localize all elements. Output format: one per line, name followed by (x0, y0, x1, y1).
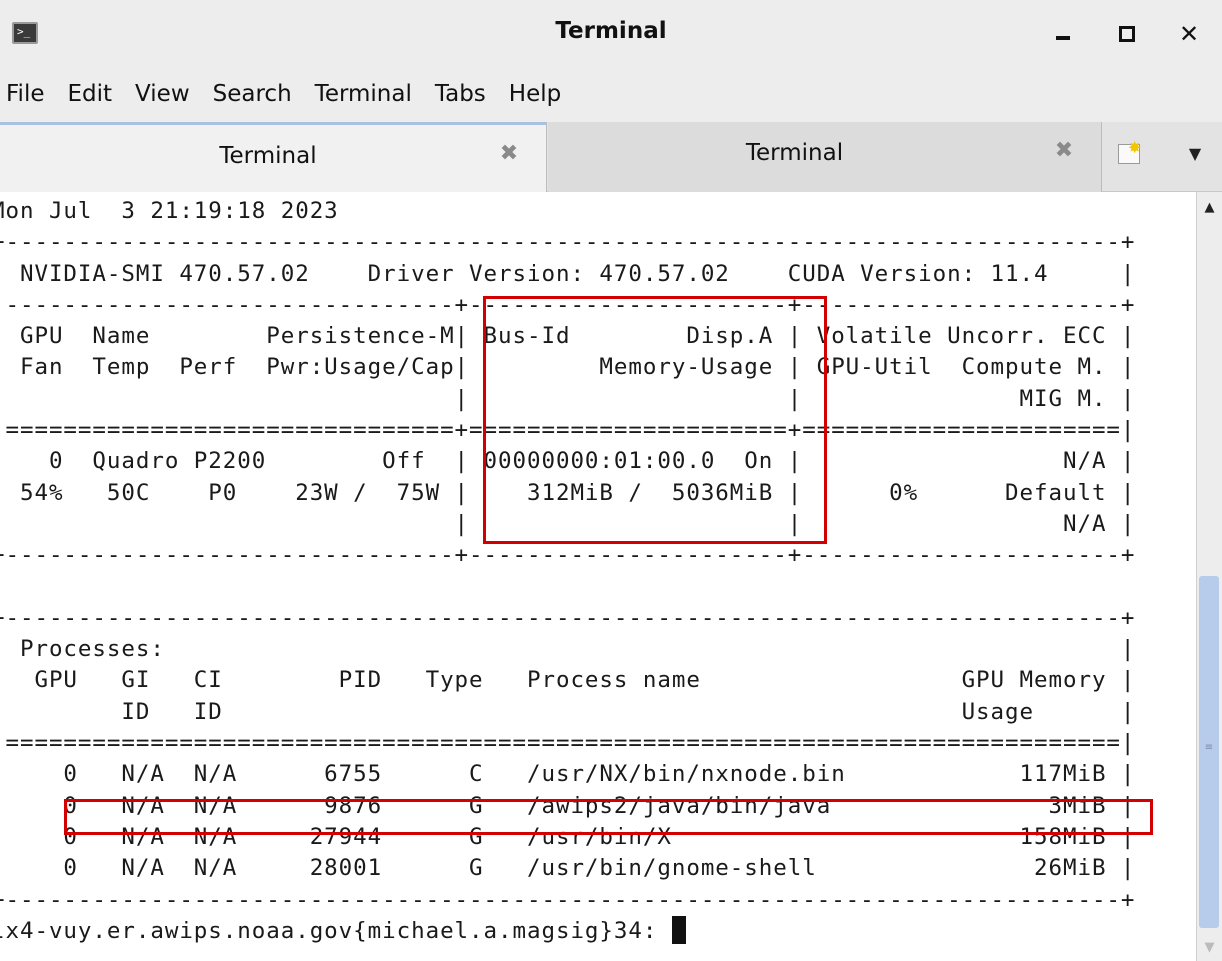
menu-view[interactable]: View (135, 81, 190, 107)
close-icon: ✕ (1178, 20, 1200, 48)
tab-label: Terminal (219, 143, 317, 169)
maximize-button[interactable] (1107, 14, 1147, 54)
menu-tabs[interactable]: Tabs (435, 81, 486, 107)
tab-close-icon[interactable]: ✖ (496, 141, 522, 167)
menu-search[interactable]: Search (213, 81, 292, 107)
minimize-icon (1056, 36, 1070, 40)
tab-list-dropdown[interactable]: ▼ (1180, 144, 1210, 164)
scroll-up-icon[interactable]: ▲ (1197, 200, 1222, 215)
terminal-line: | GPU GI CI PID Type Process name GPU Me… (0, 667, 1136, 694)
terminal-line: +-------------------------------+-------… (0, 542, 1136, 569)
terminal-line: +---------------------------------------… (0, 604, 1136, 631)
terminal-line: | 0 N/A N/A 28001 G /usr/bin/gnome-shell… (0, 855, 1136, 882)
terminal-line: +---------------------------------------… (0, 229, 1136, 256)
terminal-line: | NVIDIA-SMI 470.57.02 Driver Version: 4… (0, 260, 1136, 287)
terminal-output[interactable]: Mon Jul 3 21:19:18 2023 +---------------… (0, 192, 1196, 961)
scrollbar-thumb[interactable]: ≡ (1199, 576, 1219, 928)
menu-terminal[interactable]: Terminal (315, 81, 412, 107)
terminal-line: | 0 N/A N/A 6755 C /usr/NX/bin/nxnode.bi… (0, 761, 1136, 788)
window-title: Terminal (555, 18, 667, 44)
new-tab-star-icon: ✸ (1128, 138, 1142, 157)
menu-edit[interactable]: Edit (68, 81, 113, 107)
tab-label: Terminal (745, 140, 844, 166)
minimize-button[interactable] (1043, 14, 1083, 54)
title-bar: >_ Terminal ✕ (0, 0, 1222, 66)
scroll-grip-icon: ≡ (1204, 742, 1214, 753)
terminal-line: Mon Jul 3 21:19:18 2023 (0, 198, 339, 224)
shell-prompt: lx4-vuy.er.awips.noaa.gov{michael.a.mags… (0, 917, 672, 944)
terminal-line: |=======================================… (0, 730, 1136, 757)
menu-help[interactable]: Help (509, 81, 561, 107)
tab-terminal-2[interactable]: Terminal ✖ (548, 122, 1102, 192)
terminal-line: | Processes: | (0, 636, 1136, 663)
highlight-box-java-process (64, 799, 1153, 835)
tab-bar: Terminal ✖ Terminal ✖ ✸ ▼ (0, 122, 1222, 192)
text-cursor (671, 915, 686, 944)
terminal-line: +---------------------------------------… (0, 886, 1136, 913)
maximize-icon (1119, 26, 1135, 42)
scroll-down-icon[interactable]: ▼ (1197, 940, 1222, 955)
menu-bar: File Edit View Search Terminal Tabs Help (0, 66, 1222, 122)
vertical-scrollbar[interactable]: ▲ ≡ ▼ (1196, 192, 1222, 961)
menu-file[interactable]: File (6, 81, 45, 107)
highlight-box-bus-memory (483, 296, 827, 544)
close-button[interactable]: ✕ (1169, 14, 1209, 54)
terminal-line: | ID ID Usage | (0, 698, 1136, 725)
tab-close-icon[interactable]: ✖ (1051, 138, 1077, 164)
tab-terminal-1[interactable]: Terminal ✖ (0, 122, 547, 192)
new-tab-icon[interactable]: ✸ (1116, 138, 1148, 168)
